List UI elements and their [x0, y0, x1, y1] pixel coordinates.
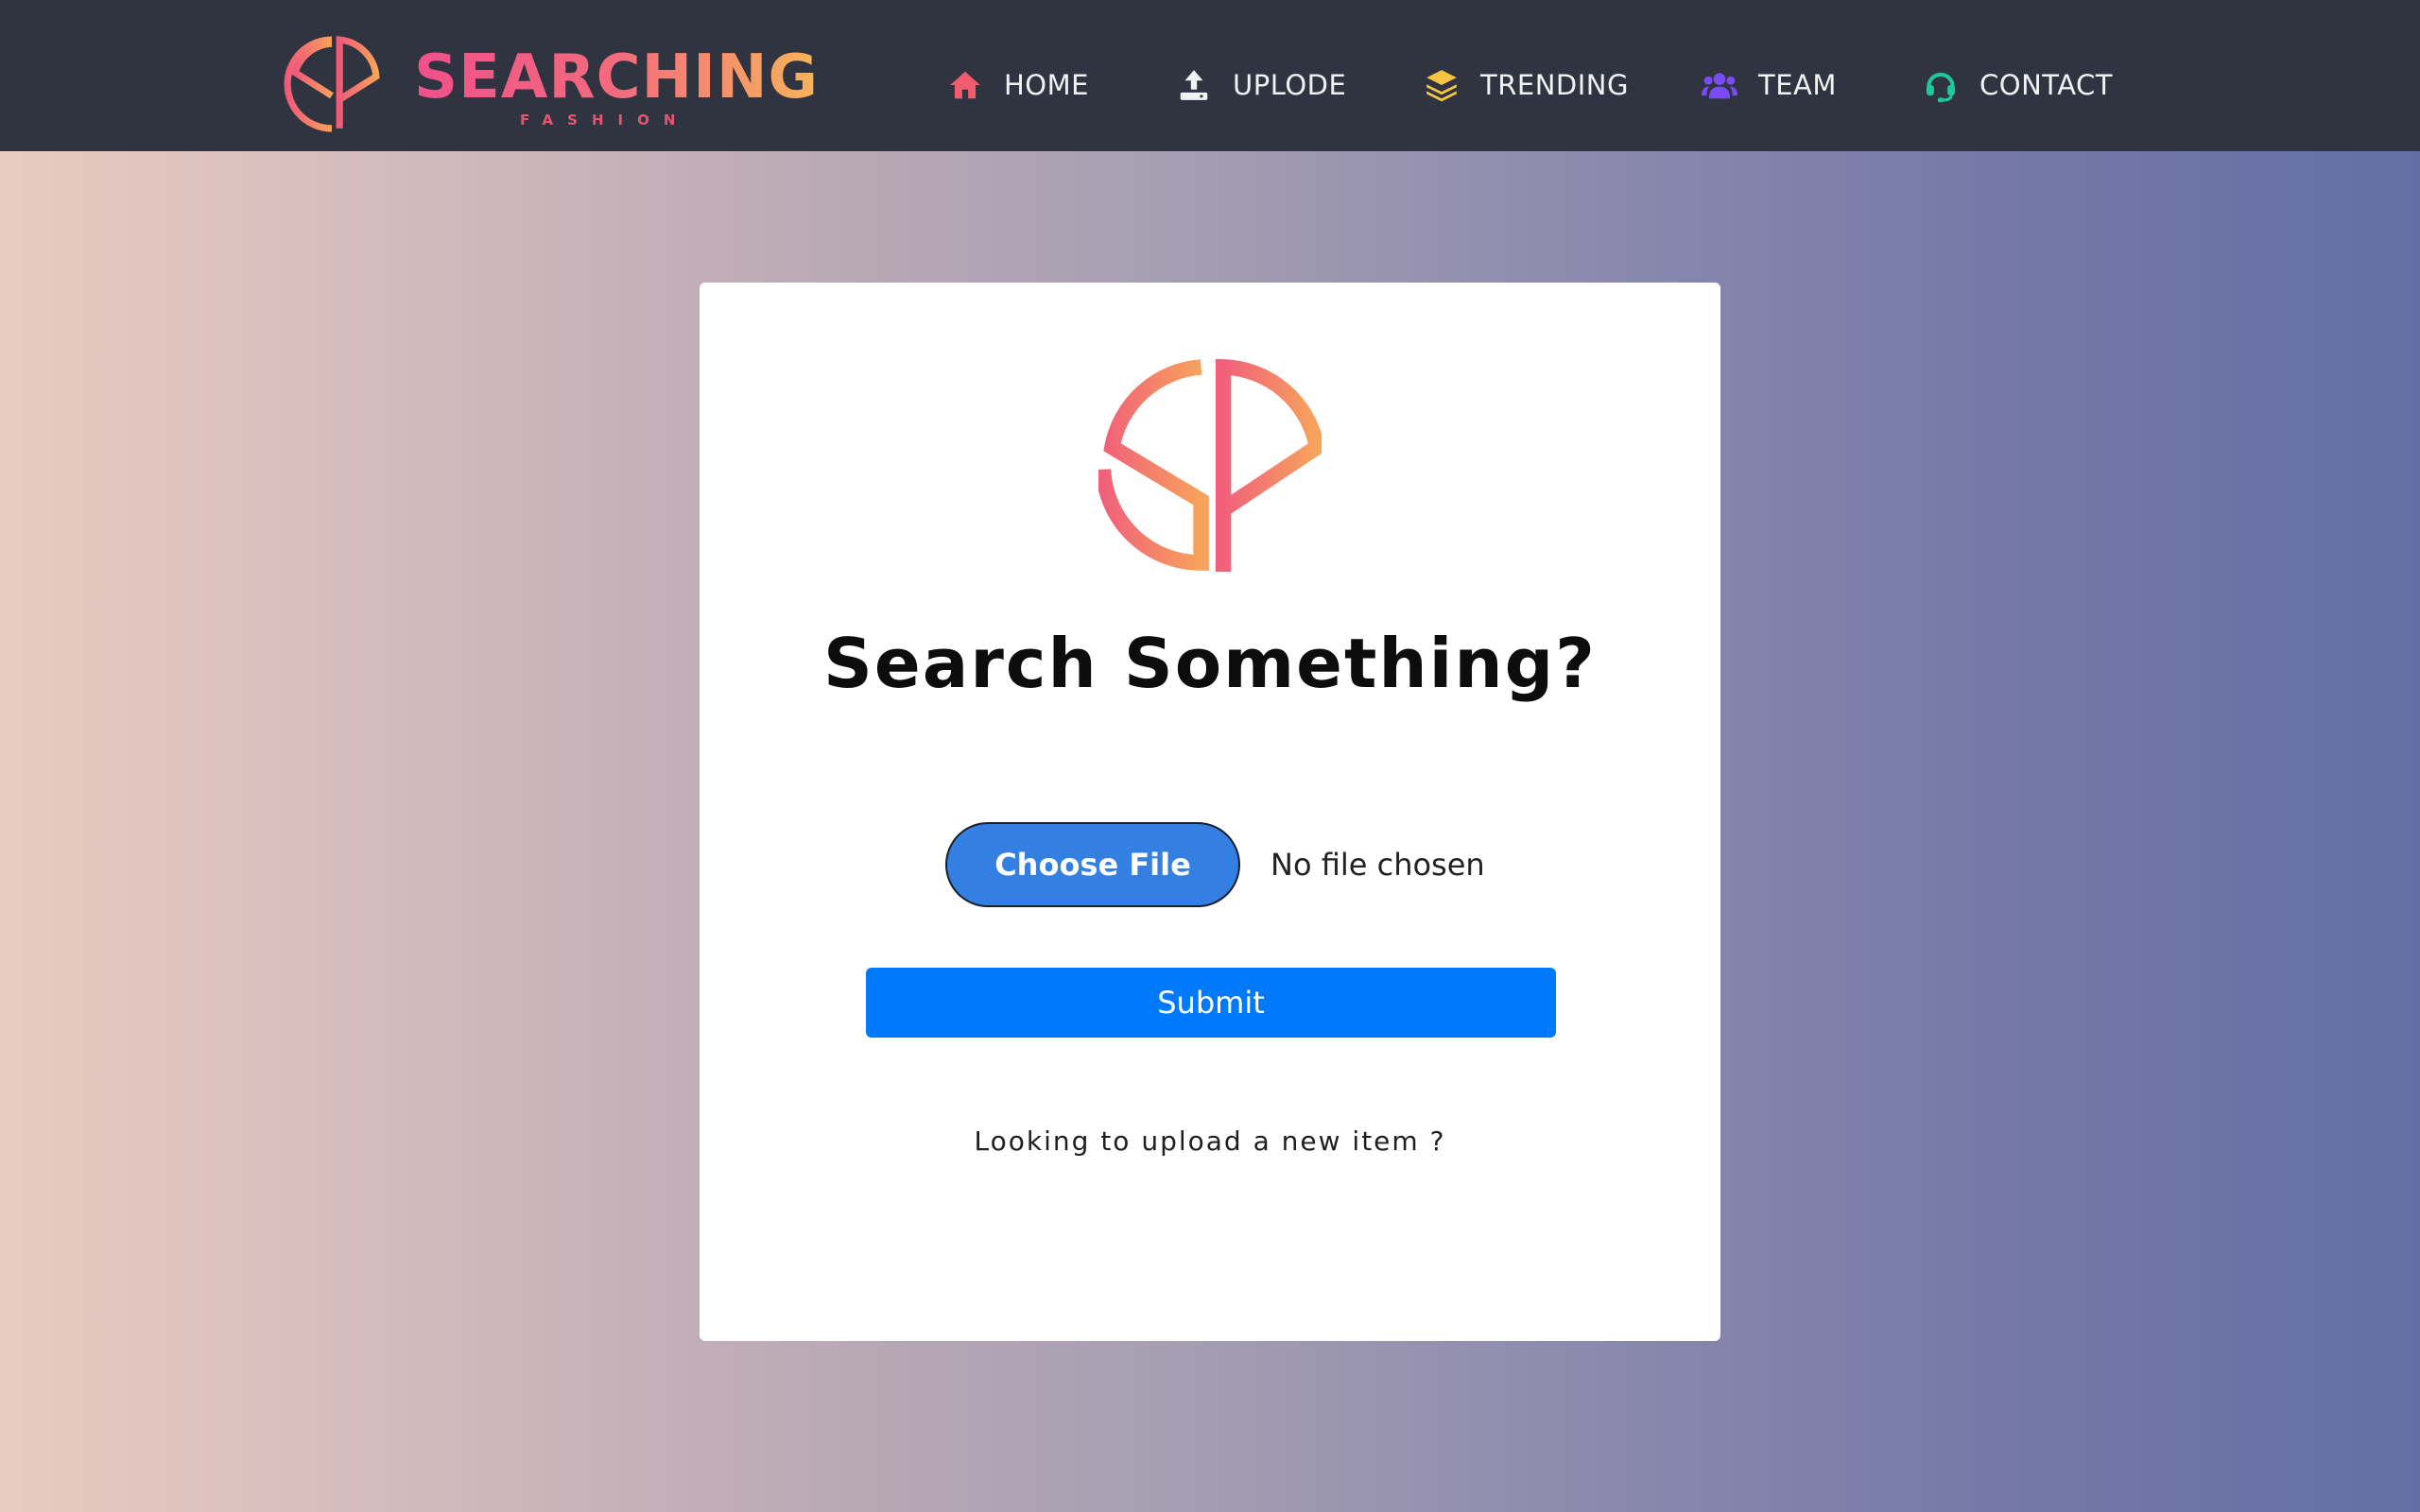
users-icon: [1702, 73, 1737, 99]
nav-item-label: CONTACT: [1979, 69, 2114, 101]
brand-tagline: FASHION: [520, 112, 690, 129]
page-title: Search Something?: [823, 624, 1597, 704]
navbar: SEARCHING FASHION HOME UPLODE TRENDING T…: [0, 0, 2420, 151]
brand-name: SEARCHING: [414, 43, 820, 112]
brand-logo[interactable]: SEARCHING FASHION: [284, 36, 818, 132]
nav-item-team[interactable]: TEAM: [1702, 66, 1837, 104]
nav-item-contact[interactable]: CONTACT: [1923, 66, 2113, 104]
sf-monogram-icon: [1098, 358, 1322, 572]
layers-icon: [1426, 70, 1457, 102]
nav-item-home[interactable]: HOME: [947, 66, 1089, 104]
file-status: No file chosen: [1270, 847, 1485, 883]
sf-monogram-icon: [284, 36, 380, 132]
headset-icon: [1926, 72, 1956, 103]
search-card: Search Something? Choose File No file ch…: [700, 283, 1720, 1341]
nav-item-label: TRENDING: [1480, 69, 1629, 101]
file-input[interactable]: Choose File No file chosen: [945, 821, 1485, 908]
nav-item-trending[interactable]: TRENDING: [1424, 66, 1629, 104]
submit-button[interactable]: Submit: [866, 968, 1556, 1038]
nav-item-label: UPLODE: [1233, 69, 1347, 101]
nav-item-uplode[interactable]: UPLODE: [1176, 66, 1346, 104]
home-icon: [950, 71, 980, 99]
upload-icon: [1180, 70, 1208, 100]
nav-item-label: HOME: [1004, 69, 1089, 101]
upload-new-item-link[interactable]: Looking to upload a new item ?: [700, 1125, 1720, 1157]
choose-file-button[interactable]: Choose File: [945, 822, 1240, 907]
nav-item-label: TEAM: [1758, 69, 1837, 101]
